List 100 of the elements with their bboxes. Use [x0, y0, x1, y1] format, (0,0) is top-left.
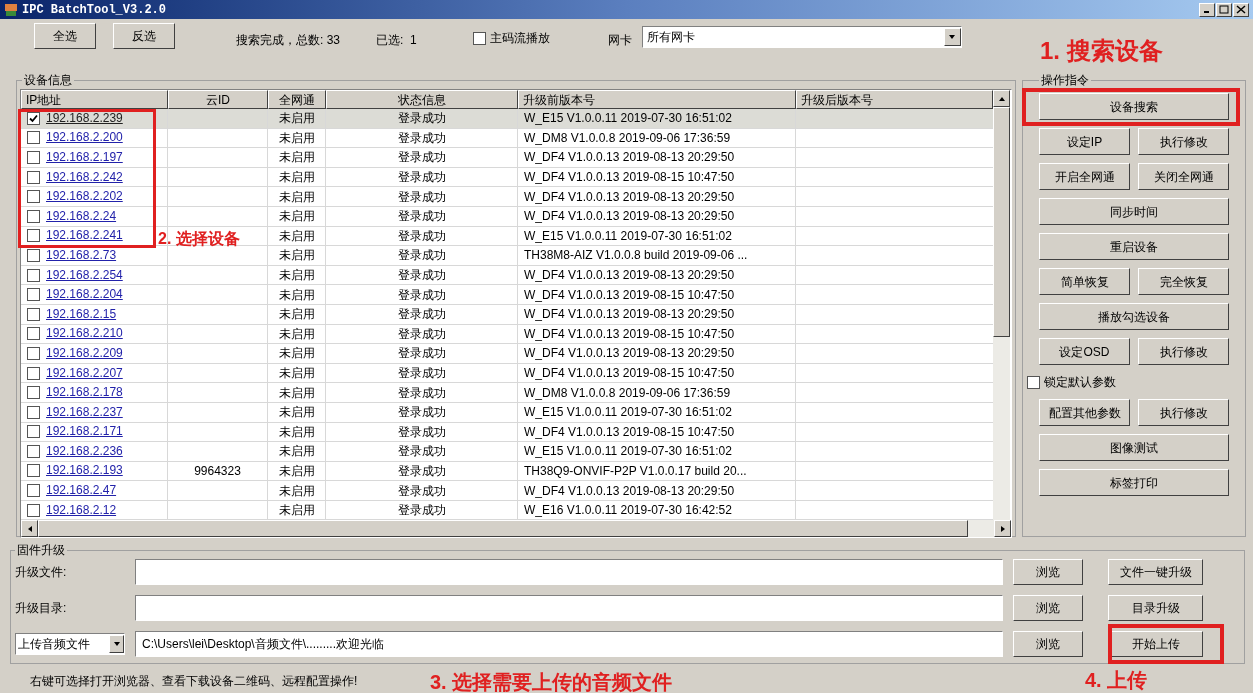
annotation: 1. 搜索设备 — [1040, 36, 1163, 66]
row-checkbox[interactable] — [27, 484, 40, 498]
row-checkbox[interactable] — [27, 425, 40, 439]
lock-params-checkbox[interactable] — [1027, 375, 1040, 389]
vertical-scrollbar[interactable] — [993, 90, 1010, 521]
command-button[interactable]: 配置其他参数 — [1039, 399, 1130, 426]
row-checkbox[interactable] — [27, 405, 40, 419]
browse-button[interactable]: 浏览 — [1013, 631, 1083, 657]
ip-link[interactable]: 192.168.2.236 — [46, 444, 123, 458]
row-checkbox[interactable] — [27, 229, 40, 243]
select-all-button[interactable]: 全选 — [34, 23, 96, 49]
row-checkbox[interactable] — [27, 288, 40, 302]
row-checkbox[interactable] — [27, 386, 40, 400]
ip-link[interactable]: 192.168.2.202 — [46, 190, 123, 204]
path-field[interactable] — [135, 559, 1003, 585]
nic-label: 网卡 — [607, 32, 632, 49]
path-field[interactable]: C:\Users\lei\Desktop\音频文件\.........欢迎光临 — [135, 631, 1003, 657]
row-checkbox[interactable] — [27, 327, 40, 341]
ip-link[interactable]: 192.168.2.239 — [46, 111, 123, 125]
row-checkbox[interactable] — [27, 190, 40, 204]
app-icon — [4, 2, 18, 17]
main-stream-label: 主码流播放 — [489, 30, 550, 47]
row-checkbox[interactable] — [27, 464, 40, 478]
ip-link[interactable]: 192.168.2.15 — [46, 307, 117, 321]
path-field[interactable] — [135, 595, 1003, 621]
row-checkbox[interactable] — [27, 170, 40, 184]
command-button[interactable]: 执行修改 — [1138, 338, 1229, 365]
row-checkbox[interactable] — [27, 209, 40, 223]
row-checkbox[interactable] — [27, 307, 40, 321]
command-button[interactable]: 关闭全网通 — [1138, 163, 1229, 190]
ip-link[interactable]: 192.168.2.197 — [46, 151, 123, 164]
group-title: 操作指令 — [1040, 72, 1090, 89]
row-checkbox[interactable] — [27, 268, 40, 282]
column-header[interactable]: 全网通 — [268, 90, 326, 109]
ip-link[interactable]: 192.168.2.237 — [46, 405, 123, 419]
command-button[interactable]: 图像测试 — [1039, 434, 1229, 461]
ip-link[interactable]: 192.168.2.210 — [46, 327, 123, 341]
scroll-left-icon[interactable] — [21, 520, 38, 538]
ip-link[interactable]: 192.168.2.204 — [46, 288, 123, 302]
column-header[interactable]: 云ID — [168, 90, 268, 109]
table-cell-text: 登录成功 — [397, 149, 446, 167]
minimize-icon[interactable] — [1199, 2, 1215, 17]
ip-link[interactable]: 192.168.2.254 — [46, 268, 123, 282]
command-button[interactable]: 设备搜索 — [1039, 93, 1229, 120]
scrollbar-thumb[interactable] — [993, 107, 1010, 337]
maximize-icon[interactable] — [1216, 2, 1232, 17]
table-cell-text: W_DF4 V1.0.0.13 2019-08-15 10:47:50 — [524, 365, 735, 382]
table-cell-text: 登录成功 — [397, 404, 446, 422]
command-button[interactable]: 设定OSD — [1039, 338, 1130, 365]
row-checkbox[interactable] — [27, 366, 40, 380]
action-button[interactable]: 文件一键升级 — [1108, 559, 1203, 585]
nic-dropdown[interactable]: 所有网卡 — [641, 26, 962, 48]
ip-link[interactable]: 192.168.2.209 — [46, 346, 123, 360]
row-checkbox[interactable] — [27, 248, 40, 262]
column-header[interactable]: 升级前版本号 — [518, 90, 796, 109]
scroll-up-icon[interactable] — [993, 90, 1010, 107]
command-button[interactable]: 设定IP — [1039, 128, 1130, 155]
command-button[interactable]: 标签打印 — [1039, 469, 1229, 496]
row-checkbox[interactable] — [27, 131, 40, 145]
row-checkbox[interactable] — [27, 503, 40, 517]
ip-link[interactable]: 192.168.2.47 — [46, 484, 117, 498]
ip-link[interactable]: 192.168.2.12 — [46, 503, 117, 517]
field-label: 升级目录: — [15, 600, 68, 617]
command-button[interactable]: 执行修改 — [1138, 399, 1229, 426]
table-cell-text: W_E16 V1.0.0.11 2019-07-30 16:42:52 — [524, 502, 732, 520]
row-checkbox[interactable] — [27, 444, 40, 458]
invert-selection-button[interactable]: 反选 — [113, 23, 175, 49]
command-button[interactable]: 完全恢复 — [1138, 268, 1229, 295]
row-checkbox[interactable] — [27, 151, 40, 164]
row-checkbox[interactable] — [27, 346, 40, 360]
ip-link[interactable]: 192.168.2.241 — [46, 229, 123, 243]
browse-button[interactable]: 浏览 — [1013, 595, 1083, 621]
scroll-right-icon[interactable] — [994, 520, 1011, 538]
ip-link[interactable]: 192.168.2.200 — [46, 131, 123, 145]
action-button[interactable]: 目录升级 — [1108, 595, 1203, 621]
table-cell-text: 9964323 — [194, 463, 241, 480]
ip-link[interactable]: 192.168.2.73 — [46, 248, 117, 262]
command-button[interactable]: 简单恢复 — [1039, 268, 1130, 295]
command-button[interactable]: 播放勾选设备 — [1039, 303, 1229, 330]
command-button[interactable]: 同步时间 — [1039, 198, 1229, 225]
ip-link[interactable]: 192.168.2.242 — [46, 170, 123, 184]
ip-link[interactable]: 192.168.2.171 — [46, 425, 123, 439]
main-stream-checkbox[interactable] — [472, 31, 486, 45]
command-button[interactable]: 执行修改 — [1138, 128, 1229, 155]
column-header[interactable]: IP地址 — [21, 90, 168, 109]
ip-link[interactable]: 192.168.2.178 — [46, 386, 123, 400]
close-icon[interactable] — [1233, 2, 1249, 17]
ip-link[interactable]: 192.168.2.193 — [46, 464, 123, 478]
table-cell-text: W_DF4 V1.0.0.13 2019-08-13 20:29:50 — [524, 306, 735, 324]
command-button[interactable]: 重启设备 — [1039, 233, 1229, 260]
column-header[interactable]: 升级后版本号 — [796, 90, 993, 109]
upload-type-dropdown[interactable]: 上传音频文件 — [15, 633, 125, 655]
ip-link[interactable]: 192.168.2.24 — [46, 209, 117, 223]
ip-link[interactable]: 192.168.2.207 — [46, 366, 123, 380]
table-cell-text: W_DM8 V1.0.0.8 2019-09-06 17:36:59 — [524, 129, 731, 147]
command-button[interactable]: 开启全网通 — [1039, 163, 1130, 190]
table-cell-text: W_E15 V1.0.0.11 2019-07-30 16:51:02 — [524, 404, 732, 422]
browse-button[interactable]: 浏览 — [1013, 559, 1083, 585]
annotation: 4. 上传 — [1085, 668, 1148, 693]
column-header[interactable]: 状态信息 — [326, 90, 518, 109]
